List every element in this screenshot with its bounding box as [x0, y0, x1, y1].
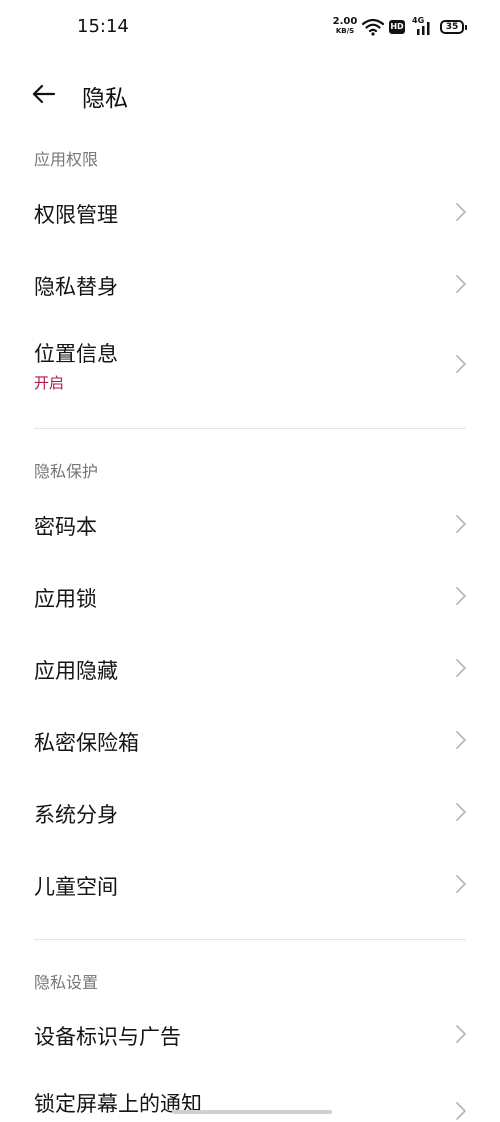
chevron-right-icon	[456, 1102, 466, 1120]
network-speed: 2.00 KB/S	[332, 17, 358, 36]
settings-item-location[interactable]: 位置信息 开启	[0, 330, 500, 398]
home-indicator[interactable]	[172, 1110, 332, 1114]
settings-item-privacy-avatar[interactable]: 隐私替身	[0, 262, 500, 306]
chevron-right-icon	[456, 1025, 466, 1043]
chevron-right-icon	[456, 803, 466, 821]
signal-icon: 4G	[412, 16, 434, 38]
status-time: 15:14	[77, 16, 129, 37]
settings-item-label: 权限管理	[34, 203, 118, 227]
settings-item-permission-management[interactable]: 权限管理	[0, 190, 500, 234]
back-button[interactable]	[30, 80, 58, 108]
settings-item-label: 设备标识与广告	[34, 1025, 181, 1049]
arrow-left-icon	[32, 84, 56, 104]
settings-item-password-book[interactable]: 密码本	[0, 502, 500, 546]
hd-badge: HD	[389, 20, 405, 34]
settings-item-kids-space[interactable]: 儿童空间	[0, 862, 500, 906]
chevron-right-icon	[456, 203, 466, 221]
settings-item-system-clone[interactable]: 系统分身	[0, 790, 500, 834]
status-bar: 15:14 2.00 KB/S HD 4G 35	[0, 0, 500, 56]
section-divider	[34, 428, 466, 429]
chevron-right-icon	[456, 731, 466, 749]
settings-item-app-hide[interactable]: 应用隐藏	[0, 646, 500, 690]
section-header-app-permissions: 应用权限	[34, 150, 99, 169]
app-bar: 隐私	[0, 66, 500, 122]
settings-item-label: 应用锁	[34, 587, 97, 611]
battery-icon: 35	[440, 20, 467, 34]
settings-item-app-lock[interactable]: 应用锁	[0, 574, 500, 618]
network-speed-value: 2.00	[332, 16, 358, 27]
wifi-icon	[362, 18, 384, 36]
network-speed-unit: KB/S	[335, 27, 355, 35]
chevron-right-icon	[456, 355, 466, 373]
chevron-right-icon	[456, 275, 466, 293]
settings-item-label: 儿童空间	[34, 875, 118, 899]
section-header-privacy-settings: 隐私设置	[34, 973, 99, 992]
settings-item-label: 密码本	[34, 515, 97, 539]
section-divider	[34, 939, 466, 940]
chevron-right-icon	[456, 587, 466, 605]
location-status: 开启	[34, 374, 65, 392]
chevron-right-icon	[456, 659, 466, 677]
settings-item-label: 位置信息	[34, 342, 118, 366]
settings-item-private-safe[interactable]: 私密保险箱	[0, 718, 500, 762]
chevron-right-icon	[456, 875, 466, 893]
settings-item-label: 应用隐藏	[34, 659, 118, 683]
settings-item-label: 隐私替身	[34, 275, 118, 299]
settings-item-label: 私密保险箱	[34, 731, 139, 755]
chevron-right-icon	[456, 515, 466, 533]
settings-item-device-id-ads[interactable]: 设备标识与广告	[0, 1012, 500, 1056]
section-header-privacy-protection: 隐私保护	[34, 462, 99, 481]
page-title: 隐私	[82, 86, 128, 112]
settings-item-label: 系统分身	[34, 803, 118, 827]
